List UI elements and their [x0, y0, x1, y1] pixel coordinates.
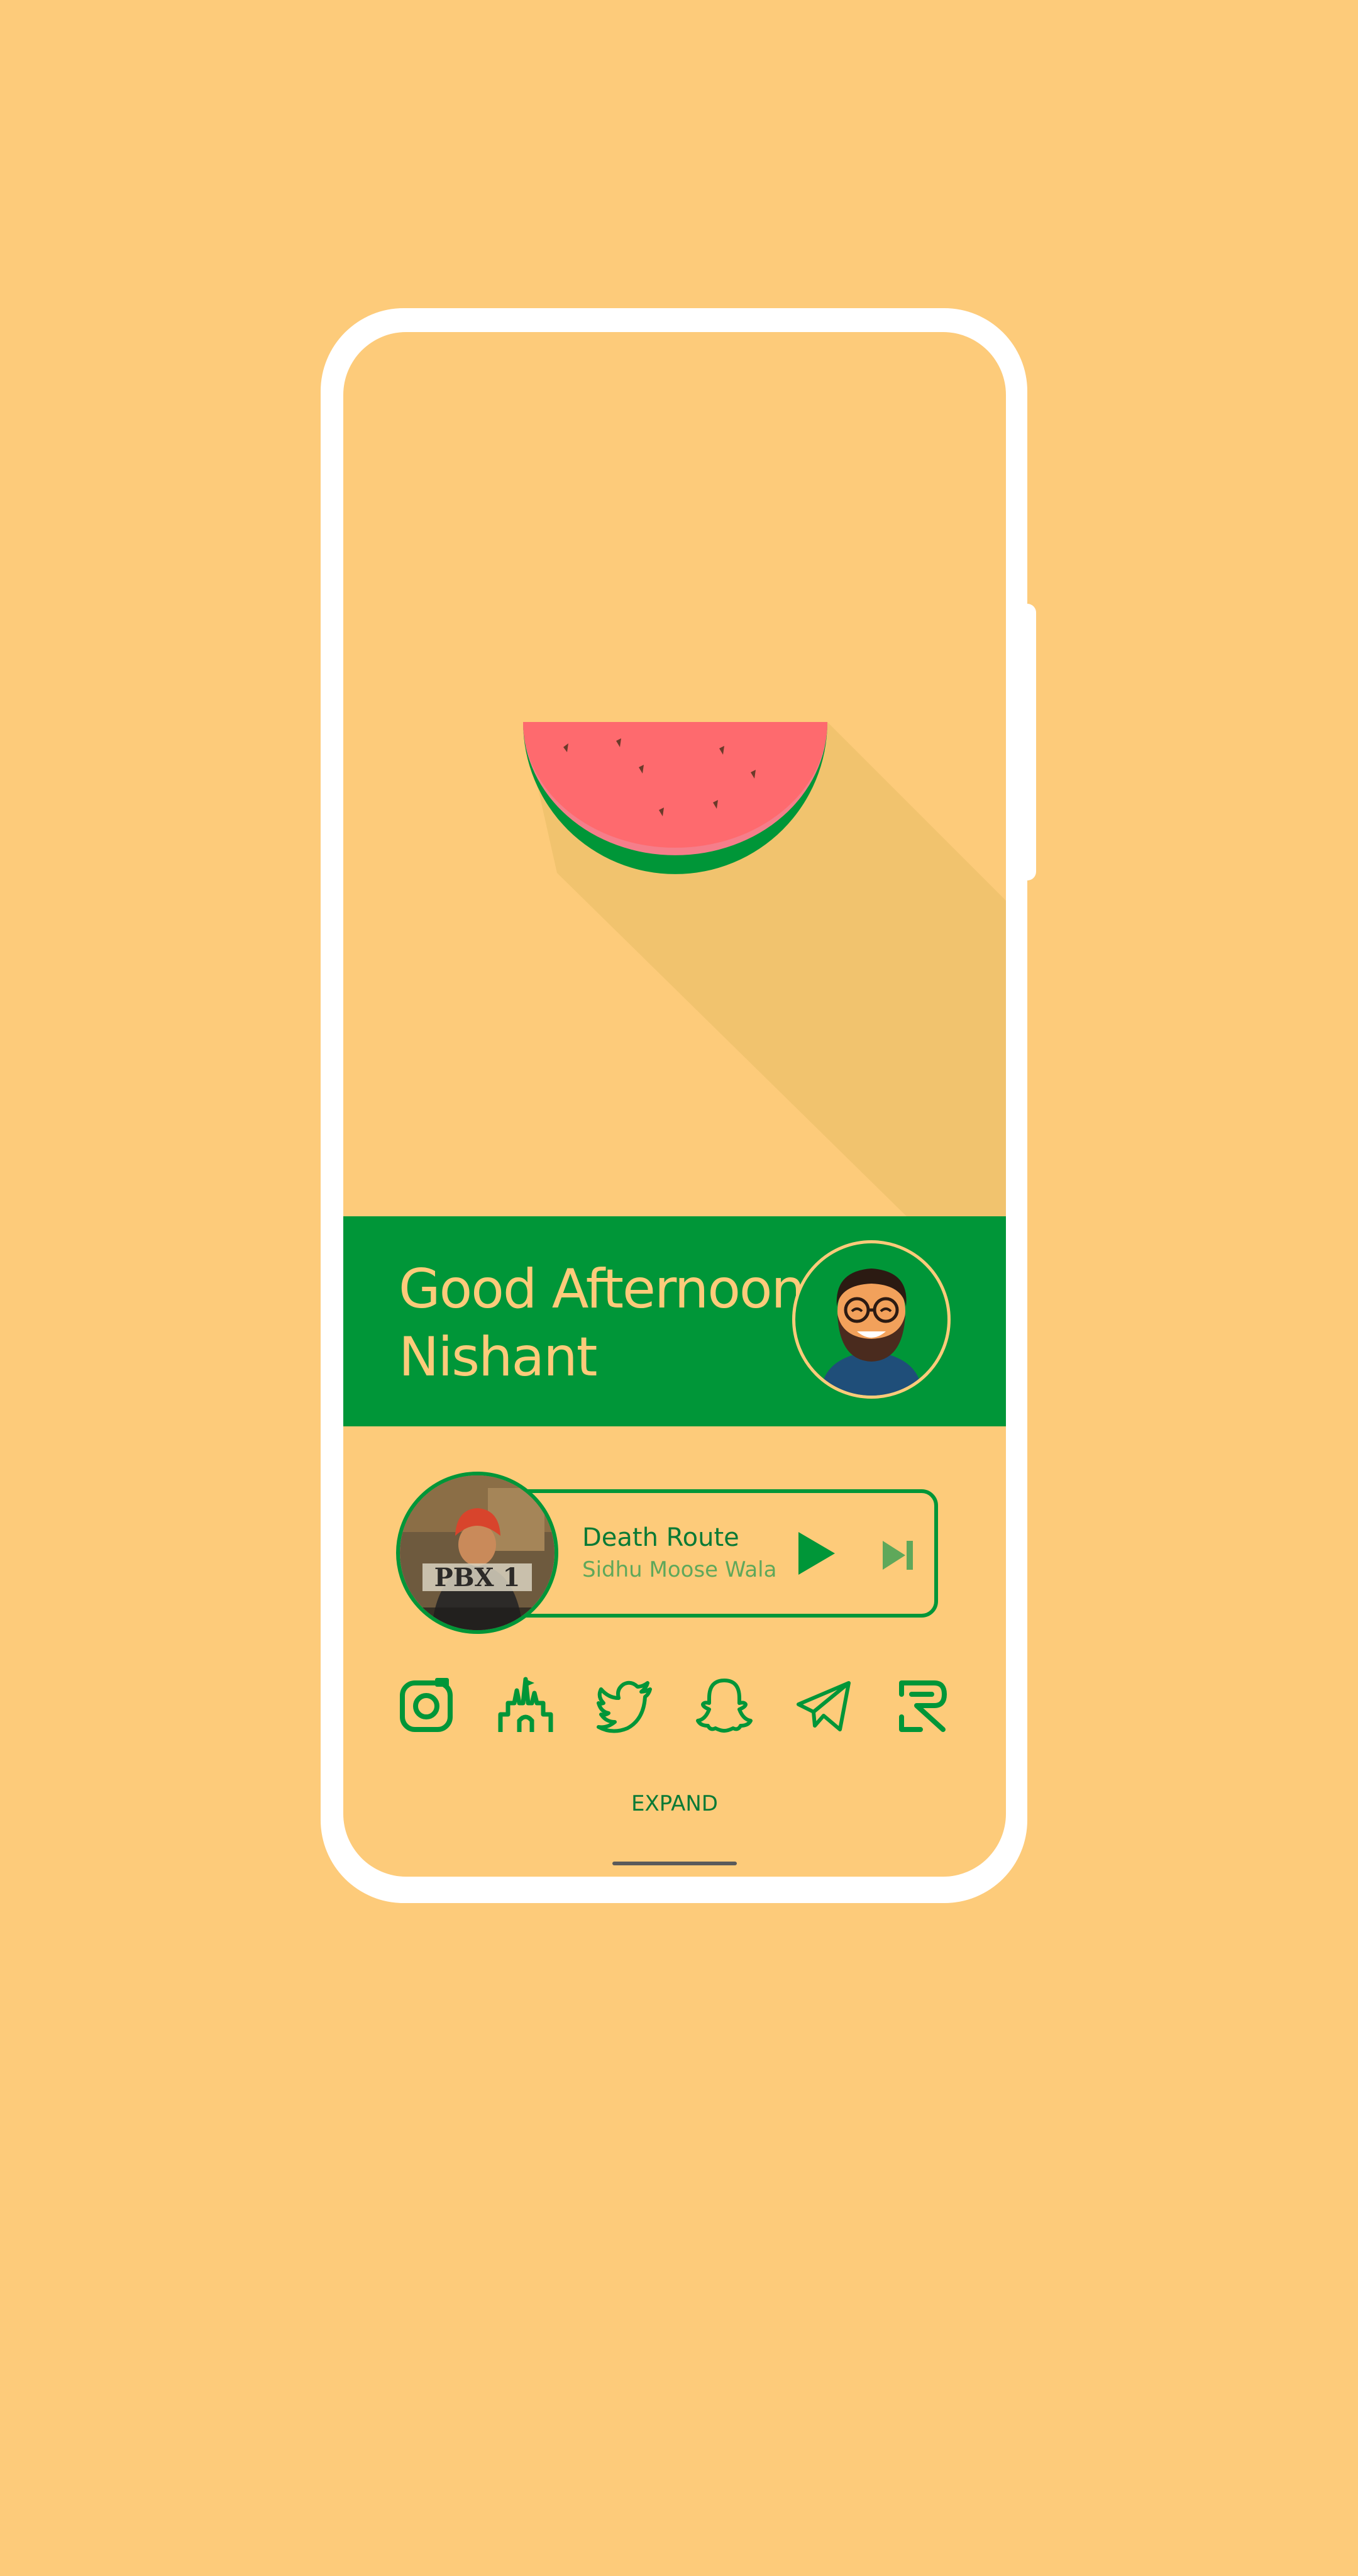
album-art[interactable]: PBX 1 — [396, 1472, 558, 1634]
svg-text:PBX 1: PBX 1 — [434, 1563, 521, 1592]
app-dock — [396, 1675, 953, 1738]
phone-screen: Good Afternoon, Nishant PBX 1 Death Rout… — [343, 332, 1006, 1877]
play-icon[interactable] — [792, 1530, 840, 1577]
greeting-line-1: Good Afternoon, — [399, 1258, 821, 1321]
home-indicator[interactable] — [612, 1862, 737, 1865]
reddit-r-icon[interactable] — [893, 1675, 953, 1736]
watermelon-wallpaper-icon — [523, 722, 1006, 1219]
instagram-icon[interactable] — [396, 1675, 456, 1736]
phone-side-button — [1025, 604, 1036, 880]
album-art-image: PBX 1 — [400, 1475, 555, 1630]
avatar[interactable] — [792, 1240, 951, 1399]
avatar-icon — [820, 1269, 922, 1396]
skip-next-icon[interactable] — [880, 1537, 917, 1574]
greeting-banner: Good Afternoon, Nishant — [343, 1216, 1006, 1426]
expand-button[interactable]: EXPAND — [343, 1791, 1006, 1816]
castle-icon[interactable] — [495, 1675, 556, 1736]
telegram-icon[interactable] — [793, 1675, 854, 1736]
greeting-text: Good Afternoon, Nishant — [399, 1255, 821, 1391]
greeting-line-2: Nishant — [399, 1326, 597, 1389]
snapchat-icon[interactable] — [694, 1675, 754, 1736]
track-artist: Sidhu Moose Wala — [582, 1557, 777, 1582]
track-title: Death Route — [582, 1523, 739, 1552]
twitter-icon[interactable] — [595, 1675, 655, 1736]
